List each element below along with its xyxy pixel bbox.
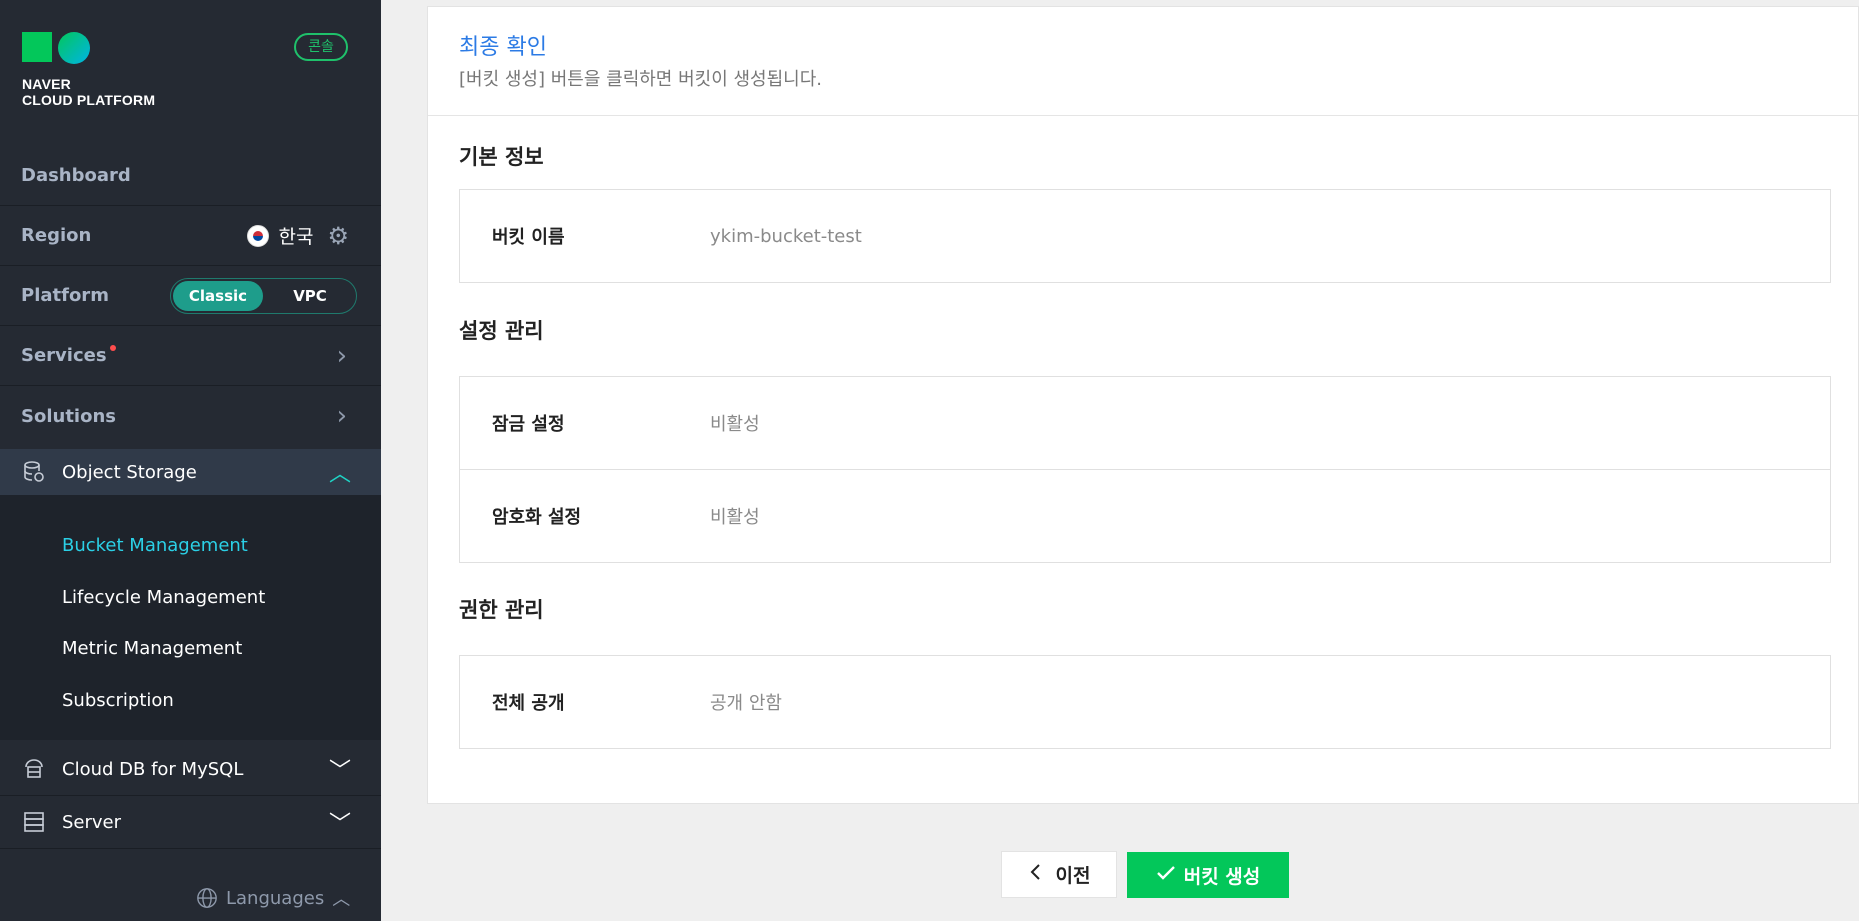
- info-row: 암호화 설정 비활성: [460, 469, 1830, 562]
- final-confirm-card: 최종 확인 [버킷 생성] 버튼을 클릭하면 버킷이 생성됩니다. 기본 정보 …: [427, 6, 1859, 804]
- info-row: 전체 공개 공개 안함: [460, 656, 1830, 748]
- globe-icon: [197, 888, 217, 908]
- section-title-settings: 설정 관리: [459, 319, 544, 343]
- settings-box: 잠금 설정 비활성 암호화 설정 비활성: [459, 376, 1831, 563]
- nav-solutions[interactable]: Solutions ›: [0, 386, 381, 446]
- brand-name-line2: CLOUD PLATFORM: [22, 92, 156, 108]
- submenu-lifecycle-management[interactable]: Lifecycle Management: [62, 587, 265, 608]
- database-icon: [25, 759, 43, 778]
- prev-button[interactable]: 이전: [1001, 851, 1117, 898]
- check-icon: [1156, 864, 1176, 886]
- platform-classic-option[interactable]: Classic: [173, 280, 263, 311]
- row-label-lock-setting: 잠금 설정: [492, 414, 565, 435]
- submenu-subscription[interactable]: Subscription: [62, 690, 174, 711]
- nav-services-label: Services: [21, 345, 107, 366]
- permissions-box: 전체 공개 공개 안함: [459, 655, 1831, 749]
- nav-region-label: Region: [21, 225, 92, 246]
- row-value-bucket-name: ykim-bucket-test: [710, 225, 862, 247]
- row-label-public-access: 전체 공개: [492, 693, 565, 714]
- group-server-label: Server: [62, 811, 122, 833]
- submenu-metric-management[interactable]: Metric Management: [62, 638, 242, 659]
- nav-platform-label: Platform: [21, 285, 109, 306]
- chevron-up-icon: ︿: [332, 889, 351, 910]
- submenu-bucket-management[interactable]: Bucket Management: [62, 535, 248, 556]
- row-label-encryption-setting: 암호화 설정: [492, 507, 582, 528]
- section-title-basic-info: 기본 정보: [459, 145, 544, 169]
- brand-name-line1: NAVER: [22, 76, 71, 92]
- chevron-down-icon: ﹀: [328, 812, 351, 837]
- platform-toggle[interactable]: Classic VPC: [170, 277, 357, 314]
- group-cloud-db-mysql[interactable]: Cloud DB for MySQL ﹀: [0, 743, 381, 796]
- chevron-up-icon: ︿: [328, 462, 351, 487]
- info-row: 잠금 설정 비활성: [460, 377, 1830, 469]
- server-icon: [24, 812, 44, 832]
- languages-label: Languages: [226, 887, 325, 909]
- nav-dashboard[interactable]: Dashboard: [0, 146, 381, 206]
- nav-dashboard-label: Dashboard: [21, 165, 131, 186]
- object-storage-submenu: Bucket Management Lifecycle Management M…: [0, 495, 381, 740]
- page-title: 최종 확인: [459, 35, 547, 60]
- chevron-right-icon: ›: [336, 340, 347, 371]
- region-selector[interactable]: 한국 ⚙: [246, 222, 349, 250]
- row-value-encryption-setting: 비활성: [710, 507, 760, 528]
- info-row: 버킷 이름 ykim-bucket-test: [460, 190, 1830, 282]
- card-header: 최종 확인 [버킷 생성] 버튼을 클릭하면 버킷이 생성됩니다.: [428, 7, 1858, 116]
- section-title-permissions: 권한 관리: [459, 598, 544, 622]
- group-cloud-db-label: Cloud DB for MySQL: [62, 758, 244, 780]
- console-badge[interactable]: 콘솔: [294, 33, 348, 61]
- chevron-left-icon: [1028, 863, 1042, 886]
- new-indicator-dot: [109, 345, 116, 351]
- create-bucket-button[interactable]: 버킷 생성: [1127, 852, 1289, 898]
- storage-icon: [24, 461, 44, 482]
- region-value: 한국: [278, 226, 314, 248]
- page-description: [버킷 생성] 버튼을 클릭하면 버킷이 생성됩니다.: [459, 69, 823, 90]
- row-label-bucket-name: 버킷 이름: [492, 227, 565, 248]
- chevron-down-icon: ﹀: [328, 759, 351, 784]
- object-storage-header[interactable]: Object Storage ︿: [0, 449, 381, 495]
- basic-info-box: 버킷 이름 ykim-bucket-test: [459, 189, 1831, 283]
- nav-services[interactable]: Services ›: [0, 326, 381, 386]
- korea-flag-icon: [246, 224, 269, 247]
- group-server[interactable]: Server ﹀: [0, 796, 381, 849]
- platform-vpc-option[interactable]: VPC: [265, 281, 355, 311]
- naver-cloud-logo[interactable]: NAVER CLOUD PLATFORM: [22, 32, 155, 108]
- row-value-lock-setting: 비활성: [710, 414, 760, 435]
- nav-region: Region 한국 ⚙: [0, 206, 381, 266]
- logo-mark-icon: [22, 32, 155, 64]
- nav-solutions-label: Solutions: [21, 405, 116, 427]
- sidebar: NAVER CLOUD PLATFORM 콘솔 Dashboard Region…: [0, 0, 381, 921]
- languages-selector[interactable]: Languages ︿: [196, 885, 350, 911]
- chevron-right-icon: ›: [336, 401, 347, 431]
- row-value-public-access: 공개 안함: [710, 693, 782, 714]
- prev-button-label: 이전: [1055, 865, 1091, 887]
- nav-platform: Platform Classic VPC: [0, 266, 381, 326]
- create-bucket-button-label: 버킷 생성: [1183, 865, 1261, 888]
- object-storage-label: Object Storage: [62, 461, 197, 483]
- gear-icon[interactable]: ⚙: [327, 222, 349, 250]
